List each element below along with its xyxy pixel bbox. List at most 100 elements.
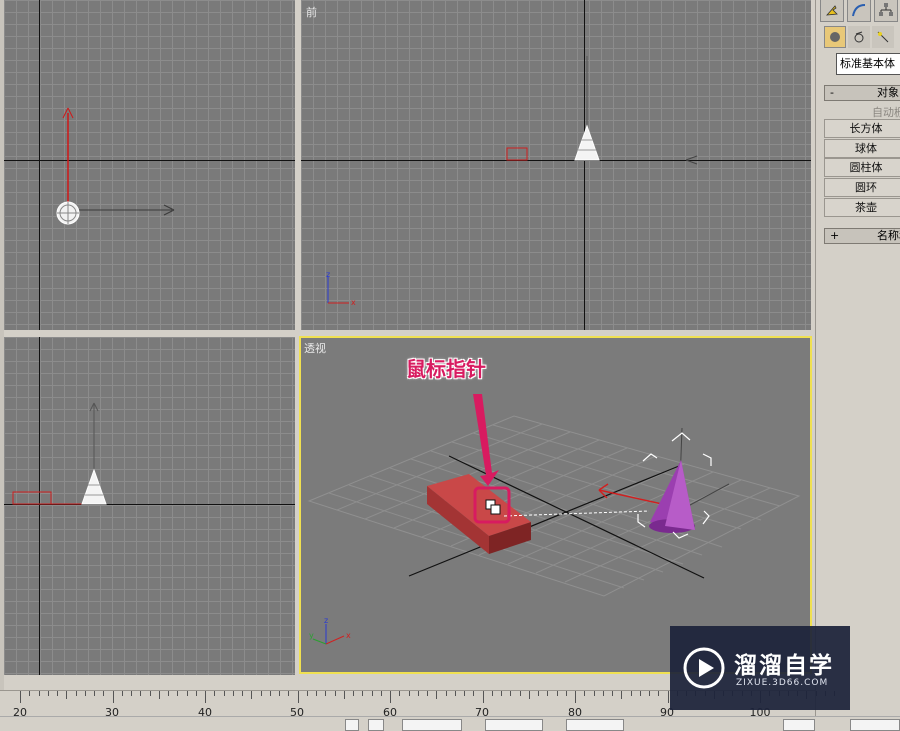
viewport-left[interactable]: [4, 337, 295, 675]
ruler-tick: [343, 691, 345, 699]
mouse-pointer-callout: 鼠标指针: [406, 357, 486, 381]
ruler-tick: [66, 691, 68, 699]
ruler-tick: [482, 691, 484, 703]
ruler-tick: [408, 691, 410, 696]
viewport-top-scene: [56, 107, 175, 225]
ruler-tick: [103, 691, 105, 696]
ruler-tick: [223, 691, 225, 696]
ruler-tick: [371, 691, 373, 696]
ruler-tick: [149, 691, 151, 696]
ruler-tick: [29, 691, 31, 696]
ruler-tick: [297, 691, 299, 703]
ruler-tick: [639, 691, 641, 696]
svg-text:x: x: [346, 631, 351, 640]
status-field[interactable]: [783, 719, 815, 731]
ruler-tick: [57, 691, 58, 696]
ruler-tick: [195, 691, 197, 696]
ruler-tick: [454, 691, 456, 696]
object-type-rollout[interactable]: - 对象: [824, 85, 900, 101]
ruler-tick: [658, 691, 660, 696]
ruler-tick: [232, 691, 234, 696]
ruler-tick: [427, 691, 428, 696]
svg-text:z: z: [326, 270, 330, 279]
ruler-tick: [242, 691, 243, 696]
watermark-title: 溜溜自学: [734, 653, 834, 679]
sphere-button[interactable]: 球体: [824, 139, 900, 158]
ruler-tick: [593, 691, 595, 696]
ruler-tick: [251, 691, 253, 699]
shapes-icon[interactable]: [848, 26, 870, 48]
ruler-tick: [306, 691, 308, 696]
viewport-perspective[interactable]: 透视 z x y: [299, 336, 812, 674]
ruler-tick: [390, 691, 391, 703]
status-bar: [0, 716, 900, 731]
rollout-title: 对象: [877, 86, 899, 99]
create-icon[interactable]: [820, 0, 844, 22]
perspective-scene: z x y: [307, 394, 801, 645]
svg-text:x: x: [351, 298, 356, 307]
command-panel: 标准基本体 - 对象 自动栅 长方体 球体 圆柱体 圆环 茶壶 + 名称和: [815, 0, 900, 716]
torus-button[interactable]: 圆环: [824, 178, 900, 197]
ruler-tick: [630, 691, 632, 696]
status-field[interactable]: [345, 719, 359, 731]
ruler-tick: [584, 691, 586, 696]
ruler-tick: [491, 691, 493, 696]
ruler-tick: [177, 691, 179, 696]
lights-icon[interactable]: [872, 26, 894, 48]
ruler-tick: [316, 691, 317, 696]
ruler-tick: [279, 691, 280, 696]
status-field[interactable]: [368, 719, 384, 731]
svg-text:y: y: [309, 631, 314, 640]
ruler-tick: [288, 691, 290, 696]
viewport-top[interactable]: [4, 0, 295, 330]
status-field[interactable]: [566, 719, 624, 731]
watermark: 溜溜自学 ZIXUE.3D66.COM: [670, 626, 850, 710]
box-button[interactable]: 长方体: [824, 119, 900, 138]
ruler-tick: [501, 691, 502, 696]
ruler-tick: [417, 691, 419, 696]
ruler-tick: [260, 691, 262, 696]
ruler-tick: [168, 691, 169, 696]
ruler-tick: [556, 691, 558, 696]
status-field[interactable]: [485, 719, 543, 731]
teapot-button[interactable]: 茶壶: [824, 198, 900, 217]
ruler-tick: [473, 691, 475, 696]
ruler-tick: [112, 691, 114, 703]
ruler-tick: [380, 691, 382, 696]
ruler-tick: [602, 691, 604, 696]
cylinder-button[interactable]: 圆柱体: [824, 158, 900, 177]
ruler-tick: [75, 691, 77, 696]
ruler-tick: [565, 691, 567, 696]
ruler-tick: [528, 691, 530, 699]
ruler-tick: [510, 691, 512, 696]
ruler-tick: [334, 691, 336, 696]
status-field[interactable]: [402, 719, 462, 731]
ruler-tick: [612, 691, 613, 696]
ruler-tick: [186, 691, 188, 696]
expand-sign: +: [830, 229, 840, 242]
ruler-tick: [445, 691, 447, 696]
ruler-tick: [214, 691, 216, 696]
ruler-tick: [131, 691, 132, 696]
ruler-tick: [621, 691, 623, 699]
ruler-tick: [399, 691, 401, 696]
ruler-tick: [158, 691, 160, 699]
ruler-tick: [140, 691, 142, 696]
hierarchy-icon[interactable]: [874, 0, 898, 22]
watermark-subtitle: ZIXUE.3D66.COM: [736, 678, 829, 688]
viewport-front[interactable]: 前 z x: [301, 0, 811, 330]
rollout-title: 名称和: [877, 229, 900, 242]
autogrid-checkbox-label[interactable]: 自动栅: [872, 104, 900, 120]
ruler-tick: [362, 691, 364, 696]
category-dropdown[interactable]: 标准基本体: [836, 53, 900, 75]
status-field[interactable]: [850, 719, 900, 731]
ruler-tick: [47, 691, 49, 696]
viewport-front-scene: z x: [326, 56, 698, 307]
name-color-rollout[interactable]: + 名称和: [824, 228, 900, 244]
viewport-left-scene: [12, 402, 107, 505]
ruler-tick: [20, 691, 21, 703]
ruler-tick: [205, 691, 206, 703]
modify-icon[interactable]: [847, 0, 871, 22]
geometry-icon[interactable]: [824, 26, 846, 48]
ruler-tick: [538, 691, 539, 696]
